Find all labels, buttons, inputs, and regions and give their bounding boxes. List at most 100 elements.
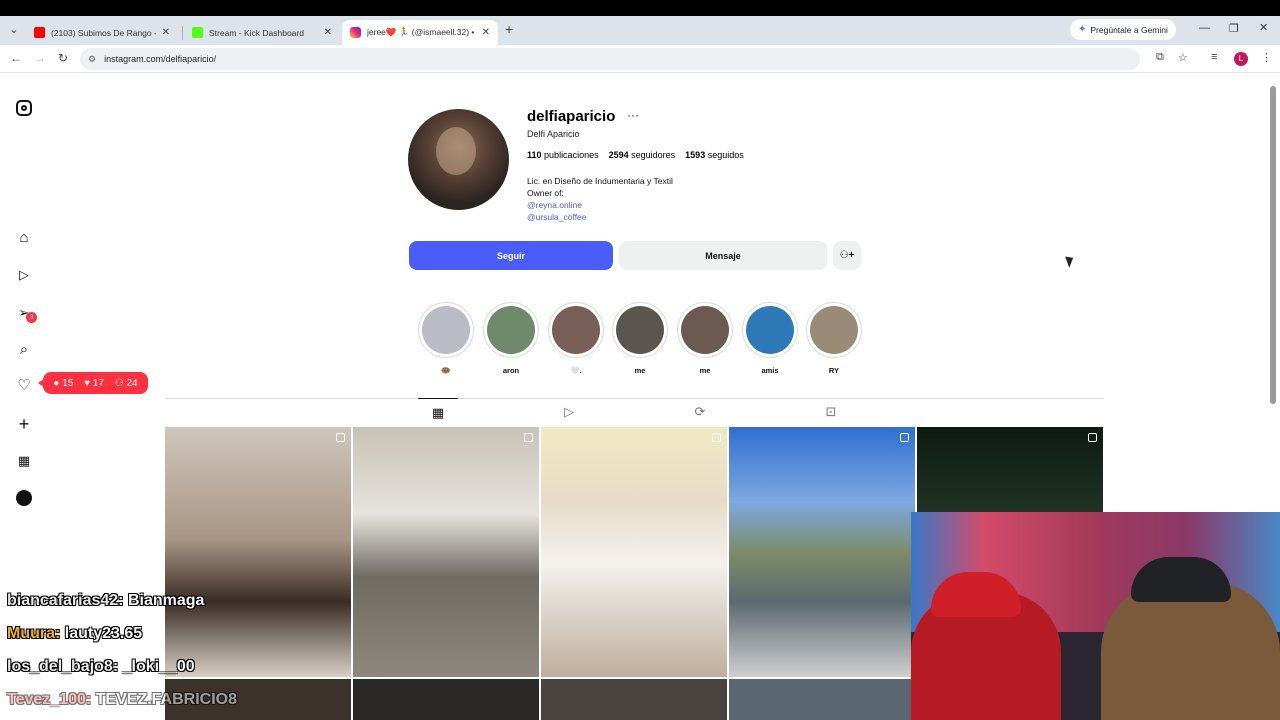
highlight-item[interactable]: me bbox=[612, 302, 668, 375]
tab-reposts-icon[interactable]: ⟳ bbox=[680, 404, 720, 420]
post-thumbnail[interactable] bbox=[353, 427, 539, 677]
highlight-ring bbox=[612, 302, 668, 358]
close-tab-icon[interactable]: ✕ bbox=[324, 27, 332, 38]
highlight-cover bbox=[810, 306, 858, 354]
chat-text: lauty23.65 bbox=[60, 625, 143, 642]
tab-posts-grid-icon[interactable]: ▦ bbox=[418, 398, 458, 421]
home-icon[interactable]: ⌂ bbox=[15, 229, 33, 247]
site-info-icon[interactable]: ⚙ bbox=[88, 54, 96, 65]
post-thumbnail[interactable] bbox=[541, 679, 727, 720]
highlight-ring bbox=[483, 302, 539, 358]
chat-message: Tevez_100: TEVEZ.FABRICIO8 bbox=[7, 691, 237, 709]
gemini-button[interactable]: ✦ Pregúntale a Gemini bbox=[1070, 19, 1176, 40]
gemini-label: Pregúntale a Gemini bbox=[1090, 24, 1168, 35]
chat-username: Tevez_100: bbox=[7, 691, 92, 708]
highlight-label: 🤍. bbox=[570, 366, 582, 375]
page-scrollbar[interactable] bbox=[1270, 86, 1276, 404]
post-thumbnail[interactable] bbox=[729, 679, 915, 720]
highlight-cover bbox=[746, 306, 794, 354]
more-options-icon[interactable]: ··· bbox=[627, 108, 639, 122]
chat-message: Muura: lauty23.65 bbox=[7, 625, 142, 643]
close-tab-icon[interactable]: ✕ bbox=[162, 27, 170, 38]
bookmark-star-icon[interactable]: ☆ bbox=[1178, 51, 1188, 64]
post-thumbnail[interactable] bbox=[917, 427, 1103, 513]
back-icon[interactable]: ← bbox=[10, 51, 22, 65]
new-tab-button[interactable]: + bbox=[505, 21, 513, 37]
tab-kick[interactable]: Stream - Kick Dashboard ✕ bbox=[184, 20, 340, 45]
highlight-label: me bbox=[699, 366, 711, 375]
bio-link-reyna[interactable]: @reyna.online bbox=[527, 199, 673, 211]
highlight-item[interactable]: 🤍. bbox=[548, 302, 604, 375]
chat-text: _loki__00 bbox=[118, 658, 195, 675]
maximize-button[interactable]: ❐ bbox=[1229, 22, 1239, 35]
highlight-ring bbox=[742, 302, 798, 358]
message-button[interactable]: Mensaje bbox=[619, 241, 827, 270]
create-icon[interactable]: + bbox=[15, 415, 33, 433]
tab-reels-icon[interactable]: ▷ bbox=[549, 404, 589, 420]
chat-username: biancafarias42: bbox=[7, 592, 124, 609]
search-icon[interactable]: ⌕ bbox=[15, 341, 33, 359]
instagram-logo-icon[interactable] bbox=[16, 100, 32, 116]
profile-tabs: ▦ ▷ ⟳ ⊡ bbox=[165, 398, 1104, 426]
profile-avatar[interactable] bbox=[408, 109, 509, 210]
profile-stats: 110 publicaciones 2594 seguidores 1593 s… bbox=[527, 150, 744, 160]
chat-text: TEVEZ.FABRICIO8 bbox=[91, 691, 237, 708]
highlight-item[interactable]: RY bbox=[806, 302, 862, 375]
profile-username: delfiaparicio bbox=[527, 108, 616, 125]
tab-title: Stream - Kick Dashboard bbox=[209, 27, 304, 38]
highlight-item[interactable]: amis bbox=[742, 302, 798, 375]
followers-count[interactable]: 2594 seguidores bbox=[609, 150, 676, 160]
highlight-cover bbox=[552, 306, 600, 354]
reels-icon[interactable]: ▷ bbox=[15, 266, 33, 284]
close-window-button[interactable]: ✕ bbox=[1259, 21, 1268, 34]
bio-link-ursula[interactable]: @ursula_coffee bbox=[527, 211, 673, 223]
bio-line: Lic. en Diseño de Indumentaria y Textil bbox=[527, 176, 673, 186]
address-bar: ← → ↻ ⚙ instagram.com/delfiaparicio/ ⧉ ☆… bbox=[0, 45, 1280, 73]
highlight-cover bbox=[681, 306, 729, 354]
highlight-item[interactable]: me bbox=[677, 302, 733, 375]
chat-username: los_del_bajo8: bbox=[7, 658, 119, 675]
reload-icon[interactable]: ↻ bbox=[58, 51, 68, 65]
browser-profile-avatar[interactable]: L bbox=[1234, 52, 1248, 66]
follow-count: ⚇ 24 bbox=[114, 377, 138, 389]
tab-instagram[interactable]: jeree❤️ 🏃 (@ismaeell.32) • Fo ✕ bbox=[342, 20, 498, 45]
instagram-favicon-icon bbox=[350, 27, 361, 38]
following-count[interactable]: 1593 seguidos bbox=[685, 150, 744, 160]
forward-icon[interactable]: → bbox=[34, 51, 46, 65]
highlight-ring bbox=[806, 302, 862, 358]
install-app-icon[interactable]: ⧉ bbox=[1156, 51, 1164, 64]
post-thumbnail[interactable] bbox=[729, 427, 915, 677]
notification-pill[interactable]: ● 15 ♥ 17 ⚇ 24 bbox=[38, 372, 148, 394]
tab-title: (2103) Subimos De Rango - Ba bbox=[51, 27, 156, 38]
follow-button[interactable]: Seguir bbox=[409, 241, 613, 270]
minimize-button[interactable]: — bbox=[1199, 22, 1210, 34]
highlight-label: amis bbox=[761, 366, 779, 375]
post-thumbnail[interactable] bbox=[541, 427, 727, 677]
highlight-item[interactable]: 🍩 bbox=[418, 302, 474, 375]
highlight-label: RY bbox=[828, 366, 840, 375]
highlight-item[interactable]: aron bbox=[483, 302, 539, 375]
close-tab-icon[interactable]: ✕ bbox=[482, 27, 490, 38]
profile-full-name: Delfi Aparicio bbox=[527, 129, 580, 139]
highlight-label: me bbox=[634, 366, 646, 375]
tab-search-icon[interactable]: ⌄ bbox=[6, 23, 22, 39]
suggested-accounts-icon[interactable]: ⚇+ bbox=[833, 241, 861, 270]
gemini-spark-icon: ✦ bbox=[1078, 24, 1087, 35]
chat-message: los_del_bajo8: _loki__00 bbox=[7, 658, 195, 676]
tab-tagged-icon[interactable]: ⊡ bbox=[811, 404, 851, 420]
tab-youtube[interactable]: (2103) Subimos De Rango - Ba ✕ bbox=[26, 20, 178, 45]
post-thumbnail[interactable] bbox=[353, 679, 539, 720]
profile-avatar-icon[interactable] bbox=[15, 489, 33, 507]
youtube-icon bbox=[34, 27, 45, 38]
like-count: ♥ 17 bbox=[84, 377, 104, 389]
heart-icon[interactable]: ♡ bbox=[15, 377, 33, 395]
highlight-cover bbox=[422, 306, 470, 354]
url-input[interactable]: ⚙ instagram.com/delfiaparicio/ bbox=[80, 48, 1140, 70]
carousel-icon bbox=[524, 433, 533, 442]
chat-message: biancafarias42: Bianmaga bbox=[7, 592, 204, 610]
carousel-icon bbox=[336, 433, 345, 442]
browser-menu-icon[interactable]: ⋮ bbox=[1261, 51, 1272, 64]
dashboard-icon[interactable]: ▦ bbox=[15, 452, 33, 470]
media-controls-icon[interactable]: ≡ bbox=[1211, 51, 1217, 63]
post-thumbnail[interactable] bbox=[165, 427, 351, 677]
